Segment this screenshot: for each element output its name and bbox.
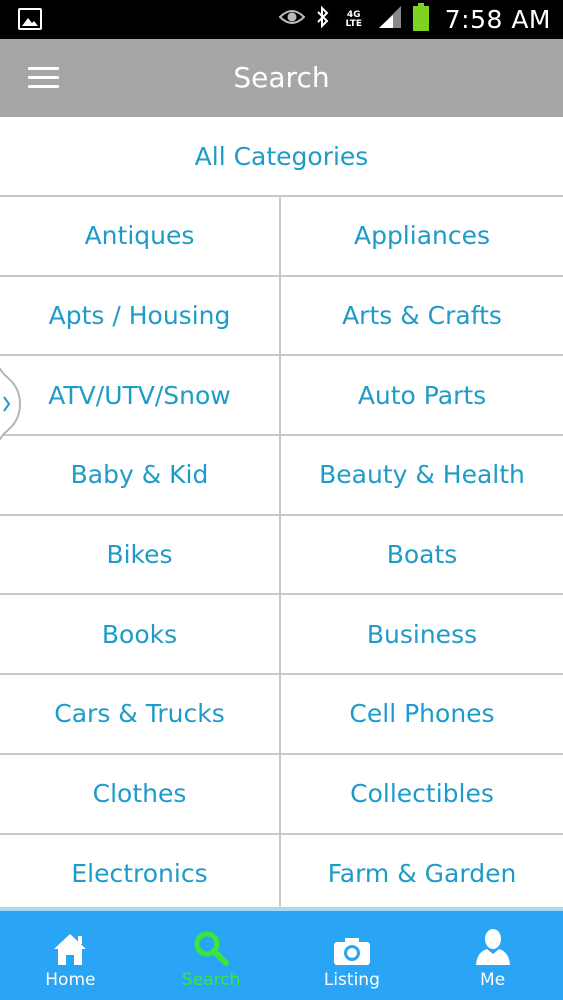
category-beauty-health[interactable]: Beauty & Health (281, 436, 563, 516)
category-business[interactable]: Business (281, 595, 563, 676)
status-bar: 4G LTE 7:58 AM (0, 0, 563, 39)
nav-me-label: Me (480, 970, 506, 990)
nav-home-label: Home (45, 970, 96, 990)
nav-search-label: Search (181, 970, 241, 990)
nav-listing-label: Listing (323, 970, 380, 990)
gallery-notification-icon (18, 8, 42, 30)
category-appliances[interactable]: Appliances (281, 197, 563, 277)
category-baby-kid[interactable]: Baby & Kid (0, 436, 281, 516)
nav-search[interactable]: Search (141, 911, 282, 1000)
category-collectibles[interactable]: Collectibles (281, 755, 563, 835)
battery-icon (412, 3, 429, 36)
category-clothes[interactable]: Clothes (0, 754, 281, 835)
nav-me[interactable]: Me (422, 911, 563, 1000)
app-header: Search (0, 39, 563, 117)
bottom-nav: Home Search Listing Me (0, 907, 563, 1000)
category-atv-utv-snow[interactable]: ATV/UTV/Snow (0, 356, 281, 437)
menu-button[interactable] (22, 62, 62, 96)
bluetooth-icon (315, 5, 331, 34)
home-icon (52, 928, 88, 966)
user-icon (475, 928, 511, 966)
category-antiques[interactable]: Antiques (0, 197, 281, 277)
category-grid: Antiques Appliances Apts / Housing Arts … (0, 197, 563, 907)
category-books[interactable]: Books (0, 595, 281, 676)
status-time: 7:58 AM (444, 5, 551, 34)
network-type-indicator: 4G LTE (345, 9, 362, 29)
category-arts-crafts[interactable]: Arts & Crafts (281, 277, 563, 357)
category-boats[interactable]: Boats (281, 516, 563, 596)
hamburger-icon-line (28, 85, 59, 88)
camera-icon (333, 928, 371, 966)
hamburger-icon (28, 67, 59, 70)
category-farm-garden[interactable]: Farm & Garden (281, 835, 563, 908)
side-drawer-handle[interactable] (0, 348, 24, 460)
nav-home[interactable]: Home (0, 911, 141, 1000)
nav-listing[interactable]: Listing (282, 911, 423, 1000)
category-electronics[interactable]: Electronics (0, 834, 281, 907)
hamburger-icon-line (28, 76, 59, 79)
eye-icon (278, 8, 306, 31)
category-cell-phones[interactable]: Cell Phones (281, 675, 563, 755)
signal-icon (377, 5, 403, 34)
all-categories-button[interactable]: All Categories (0, 117, 563, 197)
category-apts-housing[interactable]: Apts / Housing (0, 276, 281, 357)
category-list[interactable]: All Categories Antiques Appliances Apts … (0, 117, 563, 907)
category-bikes[interactable]: Bikes (0, 515, 281, 596)
page-title: Search (233, 61, 330, 94)
search-icon (193, 928, 230, 966)
category-cars-trucks[interactable]: Cars & Trucks (0, 675, 281, 755)
category-auto-parts[interactable]: Auto Parts (281, 356, 563, 437)
